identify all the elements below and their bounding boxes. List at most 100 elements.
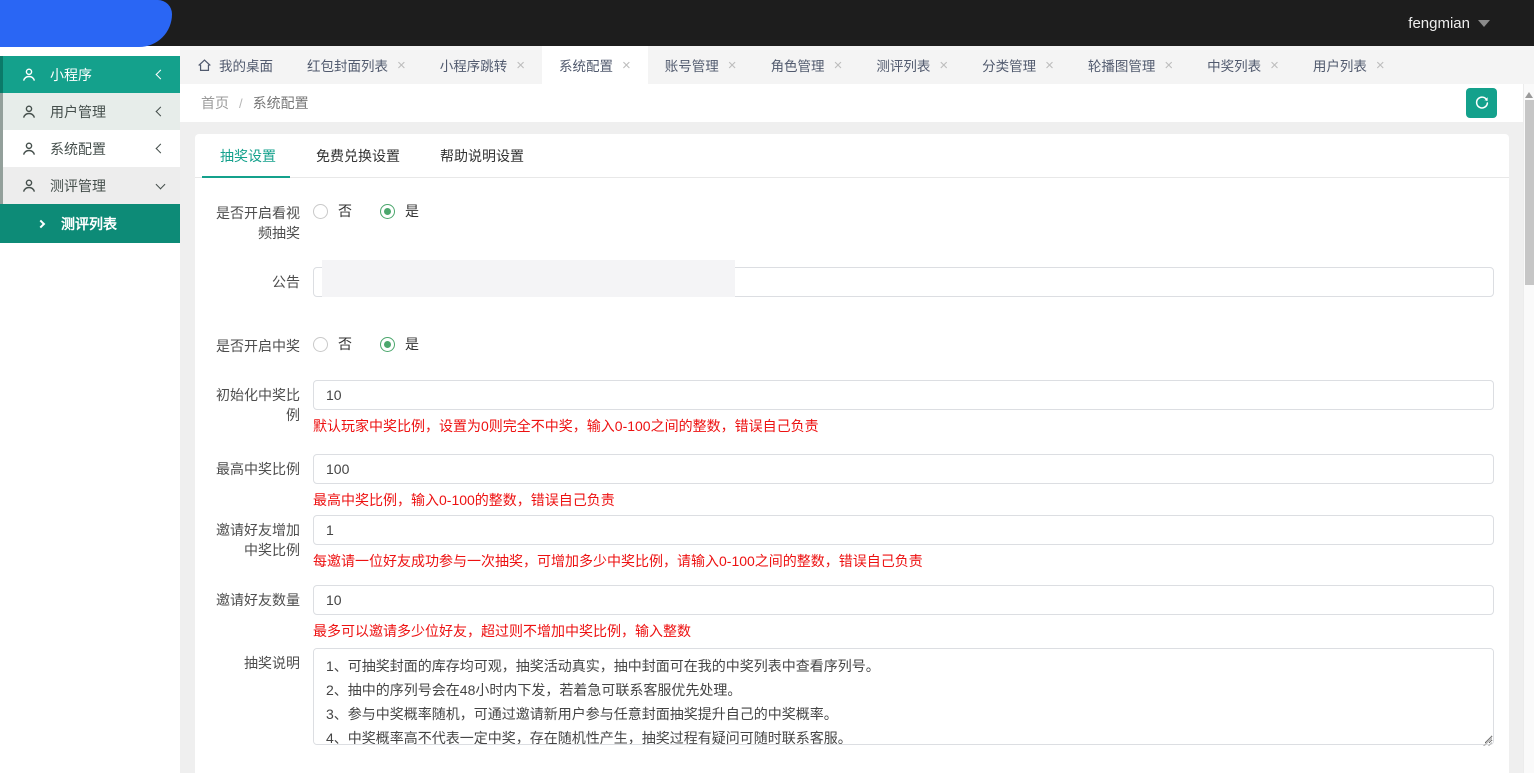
tab-miniprogram-jump[interactable]: 小程序跳转 ×: [423, 46, 542, 84]
tab-free-exchange-settings[interactable]: 免费兑换设置: [314, 134, 402, 177]
tab-label: 红包封面列表: [307, 55, 388, 75]
tab-system-config[interactable]: 系统配置 ×: [542, 46, 648, 84]
tab-evaluation-list[interactable]: 测评列表 ×: [859, 46, 965, 84]
settings-card: 抽奖设置 免费兑换设置 帮助说明设置 是否开启看视频抽奖 否: [195, 134, 1509, 773]
person-icon: [21, 104, 37, 120]
sidebar-item-system-config[interactable]: 系统配置: [0, 130, 180, 167]
video-draw-radio-yes[interactable]: 是: [380, 201, 419, 221]
enable-win-radio-yes[interactable]: 是: [380, 334, 419, 354]
max-rate-input[interactable]: [313, 454, 1494, 484]
logo: [0, 0, 172, 47]
tab-category-management[interactable]: 分类管理 ×: [965, 46, 1071, 84]
close-icon[interactable]: ×: [1270, 58, 1279, 73]
tab-label: 测评列表: [876, 55, 930, 75]
refresh-button[interactable]: [1466, 88, 1497, 118]
chevron-right-icon: [37, 219, 45, 227]
tab-user-list[interactable]: 用户列表 ×: [1296, 46, 1402, 84]
chevron-down-icon: [1478, 20, 1490, 33]
scrollbar-thumb[interactable]: [1525, 100, 1534, 285]
tab-redpacket-cover-list[interactable]: 红包封面列表 ×: [290, 46, 423, 84]
close-icon[interactable]: ×: [834, 58, 843, 73]
user-menu[interactable]: fengmian: [1408, 14, 1490, 33]
vertical-scrollbar[interactable]: [1523, 84, 1534, 773]
field-label: 抽奖说明: [205, 648, 300, 750]
tab-lottery-settings[interactable]: 抽奖设置: [218, 134, 278, 177]
form-row-enable-win: 是否开启中奖 否 是: [195, 331, 1509, 356]
scroll-up-arrow-icon[interactable]: [1525, 88, 1533, 98]
tab-label: 用户列表: [1313, 55, 1367, 75]
person-icon: [21, 67, 37, 83]
field-label: 初始化中奖比例: [205, 380, 300, 436]
field-help-text: 默认玩家中奖比例，设置为0则完全不中奖，输入0-100之间的整数，错误自己负责: [313, 416, 1494, 436]
person-icon: [21, 178, 37, 194]
draw-description-textarea[interactable]: 1、可抽奖封面的库存均可观，抽奖活动真实，抽中封面可在我的中奖列表中查看序列号。…: [313, 648, 1494, 745]
tab-label: 抽奖设置: [220, 146, 276, 166]
top-header-bar: fengmian: [0, 0, 1534, 46]
tab-carousel-management[interactable]: 轮播图管理 ×: [1071, 46, 1190, 84]
close-icon[interactable]: ×: [1376, 58, 1385, 73]
field-label: 邀请好友增加中奖比例: [205, 515, 300, 571]
chevron-left-icon: [156, 107, 166, 117]
tab-label: 免费兑换设置: [316, 146, 400, 166]
radio-label: 否: [338, 334, 352, 354]
sidebar-item-evaluation-management[interactable]: 测评管理: [0, 167, 180, 204]
sidebar-subitem-label: 测评列表: [61, 214, 117, 234]
radio-checked-icon: [380, 337, 395, 352]
field-help-text: 最高中奖比例，输入0-100的整数，错误自己负责: [313, 490, 1494, 510]
radio-icon: [313, 204, 328, 219]
sidebar-item-user-management[interactable]: 用户管理: [0, 93, 180, 130]
form-row-invite-count: 邀请好友数量 最多可以邀请多少位好友，超过则不增加中奖比例，输入整数: [195, 585, 1509, 641]
form-row-notice: 公告: [195, 267, 1509, 297]
tab-label: 角色管理: [771, 55, 825, 75]
close-icon[interactable]: ×: [1045, 58, 1054, 73]
sidebar-subitem-evaluation-list[interactable]: 测评列表: [0, 204, 180, 243]
close-icon[interactable]: ×: [939, 58, 948, 73]
sidebar-item-miniprogram[interactable]: 小程序: [0, 56, 180, 93]
close-icon[interactable]: ×: [516, 58, 525, 73]
tab-label: 中奖列表: [1207, 55, 1261, 75]
field-help-text: 每邀请一位好友成功参与一次抽奖，可增加多少中奖比例，请输入0-100之间的整数，…: [313, 551, 1494, 571]
chevron-left-icon: [156, 70, 166, 80]
close-icon[interactable]: ×: [622, 58, 631, 73]
form-row-init-rate: 初始化中奖比例 默认玩家中奖比例，设置为0则完全不中奖，输入0-100之间的整数…: [195, 380, 1509, 436]
enable-win-radio-group: 否 是: [313, 331, 1494, 354]
field-label: 公告: [205, 267, 300, 297]
close-icon[interactable]: ×: [728, 58, 737, 73]
radio-label: 否: [338, 201, 352, 221]
sidebar-item-label: 系统配置: [50, 139, 157, 159]
tab-help-description-settings[interactable]: 帮助说明设置: [438, 134, 526, 177]
sidebar-item-label: 用户管理: [50, 102, 157, 122]
notice-input[interactable]: [313, 267, 1494, 297]
radio-checked-icon: [380, 204, 395, 219]
tab-label: 轮播图管理: [1088, 55, 1156, 75]
invite-rate-input[interactable]: [313, 515, 1494, 545]
person-icon: [21, 141, 37, 157]
close-icon[interactable]: ×: [1164, 58, 1173, 73]
tab-account-management[interactable]: 账号管理 ×: [648, 46, 754, 84]
breadcrumb-home[interactable]: 首页: [201, 95, 229, 111]
sidebar-item-label: 小程序: [50, 65, 157, 85]
tab-role-management[interactable]: 角色管理 ×: [754, 46, 860, 84]
main-content: 抽奖设置 免费兑换设置 帮助说明设置 是否开启看视频抽奖 否: [180, 122, 1534, 773]
tab-label: 系统配置: [559, 55, 613, 75]
close-icon[interactable]: ×: [397, 58, 406, 73]
lottery-settings-form: 是否开启看视频抽奖 否 是 公告: [195, 178, 1509, 773]
breadcrumb-current: 系统配置: [253, 95, 309, 111]
radio-label: 是: [405, 334, 419, 354]
home-icon: [197, 58, 212, 73]
tab-label: 帮助说明设置: [440, 146, 524, 166]
radio-label: 是: [405, 201, 419, 221]
chevron-left-icon: [156, 144, 166, 154]
user-name: fengmian: [1408, 15, 1470, 32]
tab-my-desktop[interactable]: 我的桌面: [180, 46, 290, 84]
init-rate-input[interactable]: [313, 380, 1494, 410]
video-draw-radio-no[interactable]: 否: [313, 201, 352, 221]
enable-win-radio-no[interactable]: 否: [313, 334, 352, 354]
tab-label: 小程序跳转: [440, 55, 508, 75]
field-label: 最高中奖比例: [205, 454, 300, 510]
tab-label: 账号管理: [665, 55, 719, 75]
sidebar: 小程序 用户管理 系统配置 测评管理 测评列表: [0, 46, 180, 773]
field-label: 邀请好友数量: [205, 585, 300, 641]
invite-count-input[interactable]: [313, 585, 1494, 615]
tab-winning-list[interactable]: 中奖列表 ×: [1190, 46, 1296, 84]
